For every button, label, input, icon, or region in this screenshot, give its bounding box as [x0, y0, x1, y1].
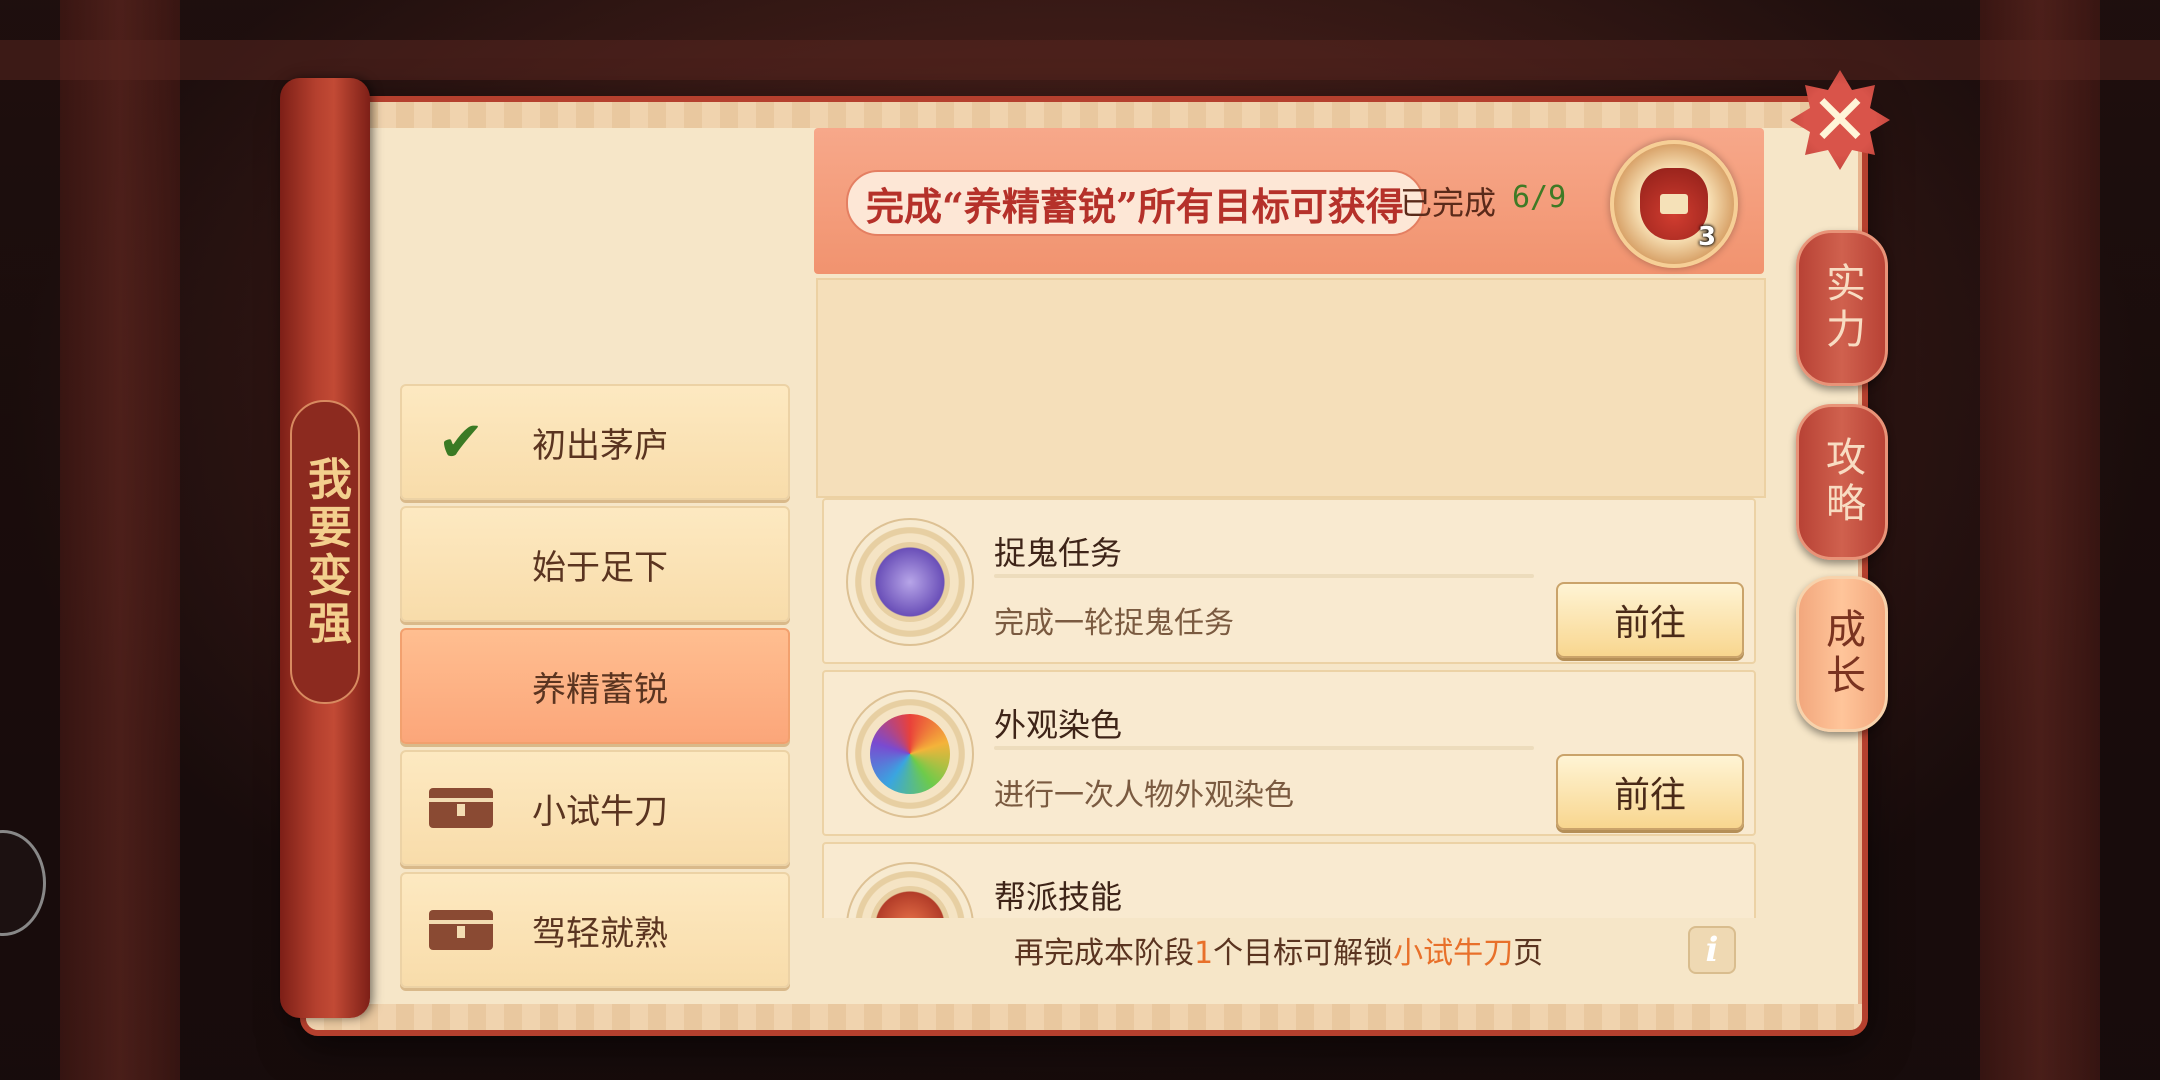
tab-strength[interactable]: 实力	[1796, 230, 1888, 386]
task-icon-frame	[846, 862, 974, 918]
stage-tab-5[interactable]: 驾轻就熟	[400, 872, 790, 988]
tab-label: 成长	[1819, 608, 1865, 700]
banner-text: 完成“养精蓄锐”所有目标可获得	[866, 183, 1404, 229]
tab-guide[interactable]: 攻略	[1796, 404, 1888, 560]
lock-chest-icon	[426, 783, 496, 833]
hint-suffix: 页	[1513, 936, 1544, 971]
stage-label: 初出茅庐	[532, 425, 668, 466]
task-icon-frame	[846, 518, 974, 646]
task-icon-frame	[846, 690, 974, 818]
stage-label: 养精蓄锐	[532, 669, 668, 710]
scroll-title-text: 我要变强	[300, 456, 351, 648]
task-desc: 完成一轮捉鬼任务	[994, 606, 1234, 641]
stage-tab-2[interactable]: 始于足下	[400, 506, 790, 622]
reward-button[interactable]	[1610, 140, 1738, 268]
stage-label: 小试牛刀	[532, 791, 668, 832]
stage-label: 驾轻就熟	[532, 913, 668, 954]
dye-orb-icon	[870, 714, 950, 794]
side-chat-bubble-icon[interactable]	[0, 830, 46, 936]
stage-tab-1[interactable]: ✔ 初出茅庐	[400, 384, 790, 500]
background-beam	[0, 40, 2160, 80]
divider	[994, 574, 1534, 578]
close-icon: ✕	[1810, 79, 1870, 161]
go-button[interactable]: 前往	[1556, 754, 1744, 830]
empty-display-area	[816, 278, 1766, 498]
hint-middle: 个目标可解锁	[1213, 936, 1394, 971]
stage-label: 始于足下	[532, 547, 668, 588]
unlock-hint: 再完成本阶段1个目标可解锁小试牛刀页	[1014, 928, 1543, 972]
hint-num: 1	[1194, 936, 1214, 971]
hint-prefix: 再完成本阶段	[1014, 936, 1194, 971]
stage-tab-3[interactable]: 养精蓄锐	[400, 628, 790, 744]
stage-list: ✔ 初出茅庐 始于足下 养精蓄锐 小试牛刀 驾轻就熟	[400, 384, 790, 994]
check-icon: ✔	[437, 409, 485, 475]
done-count: 6/9	[1512, 180, 1567, 215]
done-label: 已完成	[1400, 184, 1497, 222]
divider	[994, 746, 1534, 750]
hint-highlight: 小试牛刀	[1393, 936, 1514, 971]
task-item: 外观染色 进行一次人物外观染色 前往	[822, 670, 1756, 836]
scroll-icon	[870, 542, 950, 622]
background-pillar	[60, 0, 180, 1080]
task-title: 捉鬼任务	[994, 534, 1123, 572]
stage-tab-4[interactable]: 小试牛刀	[400, 750, 790, 866]
task-item: 帮派技能	[822, 842, 1756, 918]
task-list[interactable]: 捉鬼任务 完成一轮捉鬼任务 前往 外观染色 进行一次人物外观染色 前往 帮派技能	[816, 494, 1762, 918]
task-item: 捉鬼任务 完成一轮捉鬼任务 前往	[822, 498, 1756, 664]
info-button[interactable]: i	[1688, 926, 1736, 974]
task-title: 帮派技能	[994, 878, 1123, 916]
tab-label: 实力	[1819, 262, 1865, 354]
scroll-title: 我要变强	[290, 400, 360, 704]
tab-label: 攻略	[1819, 436, 1865, 528]
lock-chest-icon	[426, 905, 496, 955]
close-button[interactable]: ✕	[1790, 70, 1890, 170]
banner-tag: 完成“养精蓄锐”所有目标可获得	[846, 170, 1424, 236]
guild-scroll-icon	[870, 886, 950, 918]
task-desc: 进行一次人物外观染色	[994, 778, 1294, 813]
tab-growth[interactable]: 成长	[1796, 576, 1888, 732]
task-title: 外观染色	[994, 706, 1123, 744]
background-pillar	[1980, 0, 2100, 1080]
reward-count: 3	[1698, 222, 1717, 252]
go-button[interactable]: 前往	[1556, 582, 1744, 658]
